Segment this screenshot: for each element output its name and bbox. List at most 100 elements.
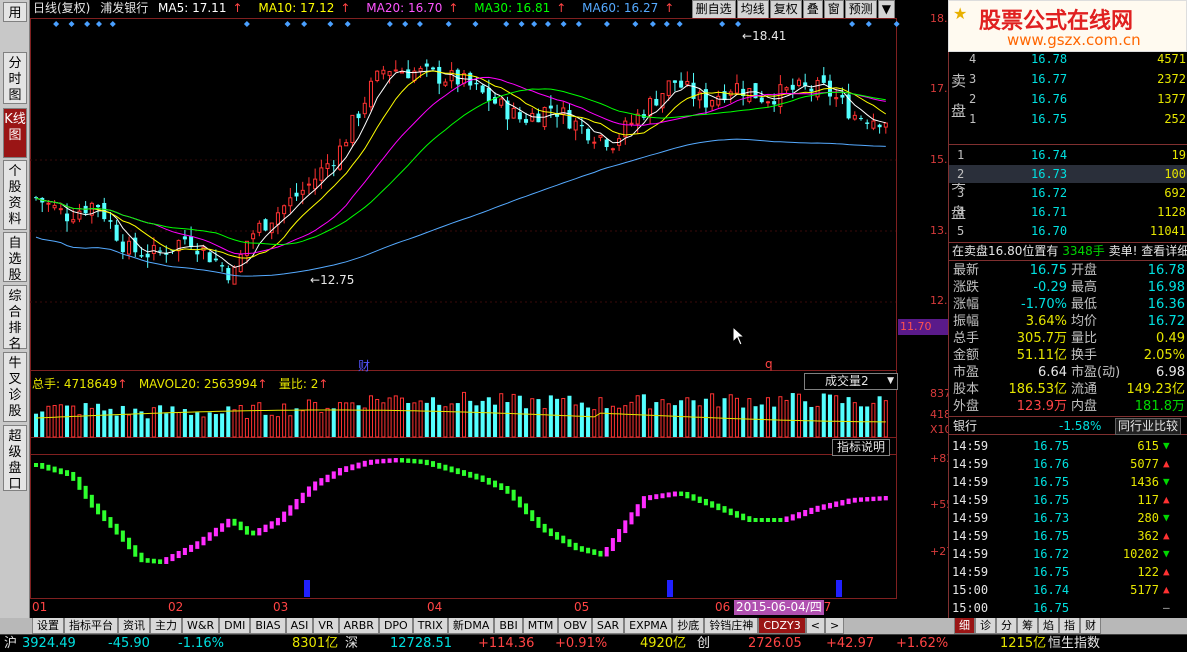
volume-bar <box>83 403 88 437</box>
indicator-tab-4[interactable]: W&R <box>182 618 220 634</box>
volume-bar <box>89 407 94 438</box>
indicator-tab-1[interactable]: 指标平台 <box>64 618 118 634</box>
indicator-bar <box>368 459 373 465</box>
buy-level-row[interactable]: 2 16.73 100 <box>949 165 1187 183</box>
kline-chart[interactable] <box>30 0 948 618</box>
indicator-tab-6[interactable]: BIAS <box>250 618 286 634</box>
indicator-tab-5[interactable]: DMI <box>219 618 251 634</box>
stat-row: 总手 305.7万 量比 0.49 <box>949 330 1187 347</box>
volume-bar <box>437 404 442 437</box>
sell-level-row[interactable]: 4 16.78 4571 <box>949 50 1187 68</box>
industry-row[interactable]: 银行 -1.58% 同行业比较 <box>949 416 1187 435</box>
right-tab-4[interactable]: 焰 <box>1038 618 1059 634</box>
ma5-line <box>35 70 886 268</box>
right-tab-0[interactable]: 细 <box>954 618 975 634</box>
tick-price: 16.72 <box>1033 547 1070 561</box>
buy-level-row[interactable]: 1 16.74 19 <box>949 146 1187 164</box>
finance-marker[interactable]: 财 <box>358 357 370 374</box>
right-tab-3[interactable]: 筹 <box>1017 618 1038 634</box>
tick-time: 14:59 <box>952 511 989 525</box>
indicator-tab-20[interactable]: CDZY3 <box>758 618 806 634</box>
arrow-up-icon: ▲ <box>1163 529 1170 542</box>
left-tab-2[interactable]: K线图 <box>3 108 27 158</box>
indicator-tab-7[interactable]: ASI <box>285 618 314 634</box>
indicator-help-button[interactable]: 指标说明 <box>832 439 890 456</box>
signal-diamond <box>68 21 75 27</box>
left-tab-5[interactable]: 综合排名 <box>3 285 27 352</box>
level-price: 16.71 <box>1031 205 1068 219</box>
tick-price: 16.75 <box>1033 601 1070 615</box>
left-tab-3[interactable]: 个股资料 <box>3 160 27 230</box>
buy-level-row[interactable]: 4 16.71 1128 <box>949 203 1187 221</box>
indicator-bar <box>189 544 194 552</box>
right-tab-bar: 细诊分筹焰指财 <box>948 618 1187 634</box>
indicator-tab-0[interactable]: 设置 <box>32 618 64 634</box>
candle-body <box>195 250 200 255</box>
indicator-bar <box>393 458 398 463</box>
indicator-tab-11[interactable]: TRIX <box>412 618 448 634</box>
indicator-tab-2[interactable]: 资讯 <box>118 618 150 634</box>
indicator-tab-18[interactable]: 抄底 <box>672 618 705 634</box>
indicator-tab-8[interactable]: VR <box>313 618 339 634</box>
buy-level-row[interactable]: 3 16.72 692 <box>949 184 1187 202</box>
indicator-tab-14[interactable]: MTM <box>522 618 559 634</box>
sell-level-row[interactable]: 3 16.77 2372 <box>949 70 1187 88</box>
left-tab-4[interactable]: 自选股 <box>3 232 27 283</box>
indicator-tab-10[interactable]: DPO <box>378 618 413 634</box>
sell-level-row[interactable]: 1 16.75 252 <box>949 110 1187 128</box>
volume-bar <box>263 414 268 437</box>
stat-key: 外盘 <box>953 399 980 414</box>
left-tab-6[interactable]: 牛叉诊股 <box>3 352 27 422</box>
chart-area[interactable]: 日线(复权) 浦发银行 MA5: 17.11 ↑ MA10: 17.12 ↑ MA2… <box>30 0 971 618</box>
volume-bar <box>586 407 591 437</box>
indicator-tab-13[interactable]: BBI <box>494 618 523 634</box>
indicator-bar <box>623 520 628 534</box>
stat-key: 量比 <box>1071 331 1098 346</box>
indicator-bar <box>133 545 138 557</box>
indicator-bar <box>127 537 132 550</box>
indicator-tab-3[interactable]: 主力 <box>150 618 182 634</box>
indicator-bar <box>493 480 498 488</box>
right-tab-6[interactable]: 财 <box>1080 618 1101 634</box>
indicator-tab-16[interactable]: SAR <box>591 618 625 634</box>
indicator-tab-21[interactable]: < <box>805 618 825 634</box>
right-tab-1[interactable]: 诊 <box>975 618 996 634</box>
buy-level-row[interactable]: 5 16.70 11041 <box>949 222 1187 240</box>
indicator-bar <box>697 496 702 503</box>
signal-diamond <box>518 21 525 27</box>
indicator-bar <box>381 458 386 464</box>
indicator-bar <box>114 523 119 535</box>
volume-bar <box>300 410 305 438</box>
industry-compare-button[interactable]: 同行业比较 <box>1115 418 1182 435</box>
signal-diamond <box>84 21 91 27</box>
indicator-tab-12[interactable]: 新DMA <box>447 618 495 634</box>
trading-terminal: 用分时图 K线图 个股资料 自选股 综合排名 牛叉诊股超级盘口 日线(复权) 浦发银行 M… <box>0 0 1187 652</box>
left-tab-1[interactable]: 分时图 <box>3 52 27 104</box>
indicator-tab-19[interactable]: 铃铛庄神 <box>704 618 759 634</box>
indicator-bar <box>530 510 535 522</box>
candle-body <box>151 244 156 254</box>
indicator-bar <box>108 517 113 528</box>
right-tab-2[interactable]: 分 <box>996 618 1017 634</box>
left-tab-7[interactable]: 超级盘口 <box>3 425 27 492</box>
indicator-selector[interactable]: 成交量2 ▼ <box>804 373 898 390</box>
indicator-tab-9[interactable]: ARBR <box>338 618 379 634</box>
indicator-bar <box>170 554 175 562</box>
sell-level-row[interactable]: 2 16.76 1377 <box>949 90 1187 108</box>
volume-bar <box>852 402 857 438</box>
candle-body <box>877 124 882 128</box>
right-tab-5[interactable]: 指 <box>1059 618 1080 634</box>
candle-body <box>399 71 405 74</box>
left-tab-0[interactable]: 用 <box>3 2 27 22</box>
indicator-tab-17[interactable]: EXPMA <box>624 618 673 634</box>
indicator-tab-22[interactable]: > <box>824 618 845 634</box>
volume-bar <box>350 402 355 438</box>
indicator-tab-15[interactable]: OBV <box>558 618 592 634</box>
large-order-notice[interactable]: 在卖盘16.80位置有 3348手 卖单! 查看详细 <box>949 242 1187 259</box>
indicator-bar <box>796 512 801 519</box>
q-marker[interactable]: q <box>765 357 773 371</box>
level-volume: 11041 <box>1149 224 1186 238</box>
candle-body <box>449 70 454 82</box>
indicator-bar <box>71 471 76 481</box>
stat-value: 0.49 <box>1156 331 1185 346</box>
